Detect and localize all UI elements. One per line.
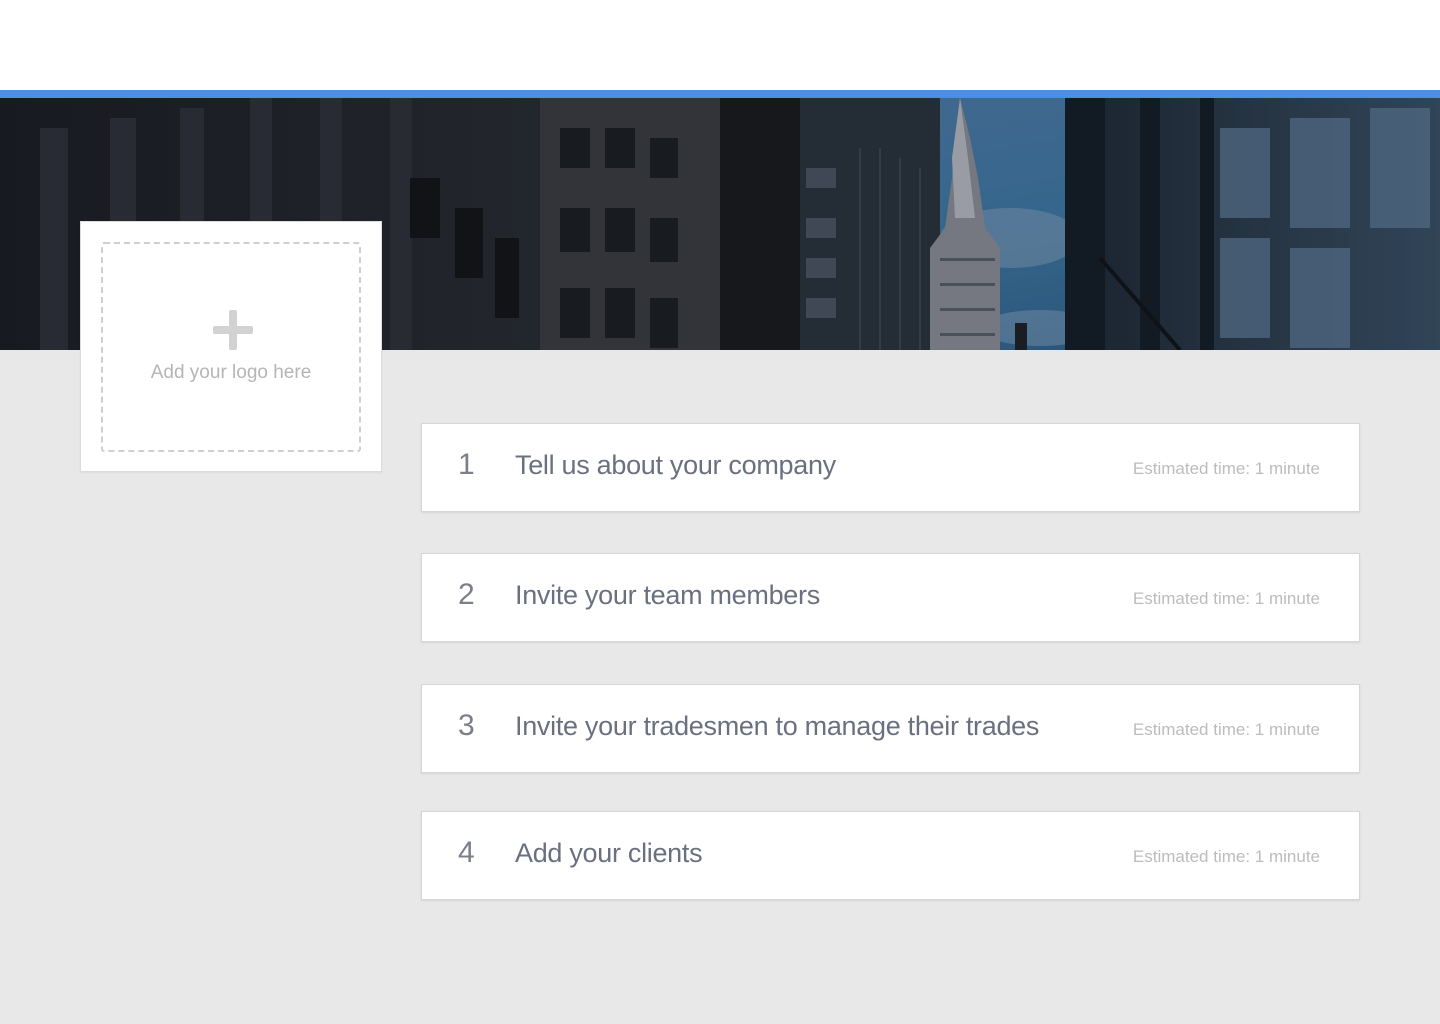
step-number: 3	[458, 709, 475, 742]
step-title: Invite your team members	[515, 580, 820, 610]
step-number: 4	[458, 836, 475, 869]
logo-upload-label: Add your logo here	[150, 362, 312, 383]
logo-card: Add your logo here	[80, 221, 382, 472]
step-estimate: Estimated time: 1 minute	[1132, 847, 1320, 866]
step-estimate: Estimated time: 1 minute	[1132, 720, 1320, 739]
top-bar	[0, 0, 1440, 90]
logo-upload-dropzone[interactable]: Add your logo here	[101, 242, 361, 452]
step-number: 2	[458, 578, 475, 611]
step-title: Add your clients	[515, 838, 703, 868]
step-card-company[interactable]: 1 Tell us about your company Estimated t…	[421, 423, 1360, 512]
step-number: 1	[458, 448, 475, 481]
step-card-tradesmen[interactable]: 3 Invite your tradesmen to manage their …	[421, 684, 1360, 773]
step-card-team[interactable]: 2 Invite your team members Estimated tim…	[421, 553, 1360, 642]
accent-line	[0, 90, 1440, 98]
plus-icon	[213, 310, 253, 350]
step-card-clients[interactable]: 4 Add your clients Estimated time: 1 min…	[421, 811, 1360, 900]
step-title: Tell us about your company	[515, 450, 836, 480]
step-estimate: Estimated time: 1 minute	[1132, 589, 1320, 608]
step-title: Invite your tradesmen to manage their tr…	[515, 711, 1040, 741]
step-estimate: Estimated time: 1 minute	[1132, 459, 1320, 478]
